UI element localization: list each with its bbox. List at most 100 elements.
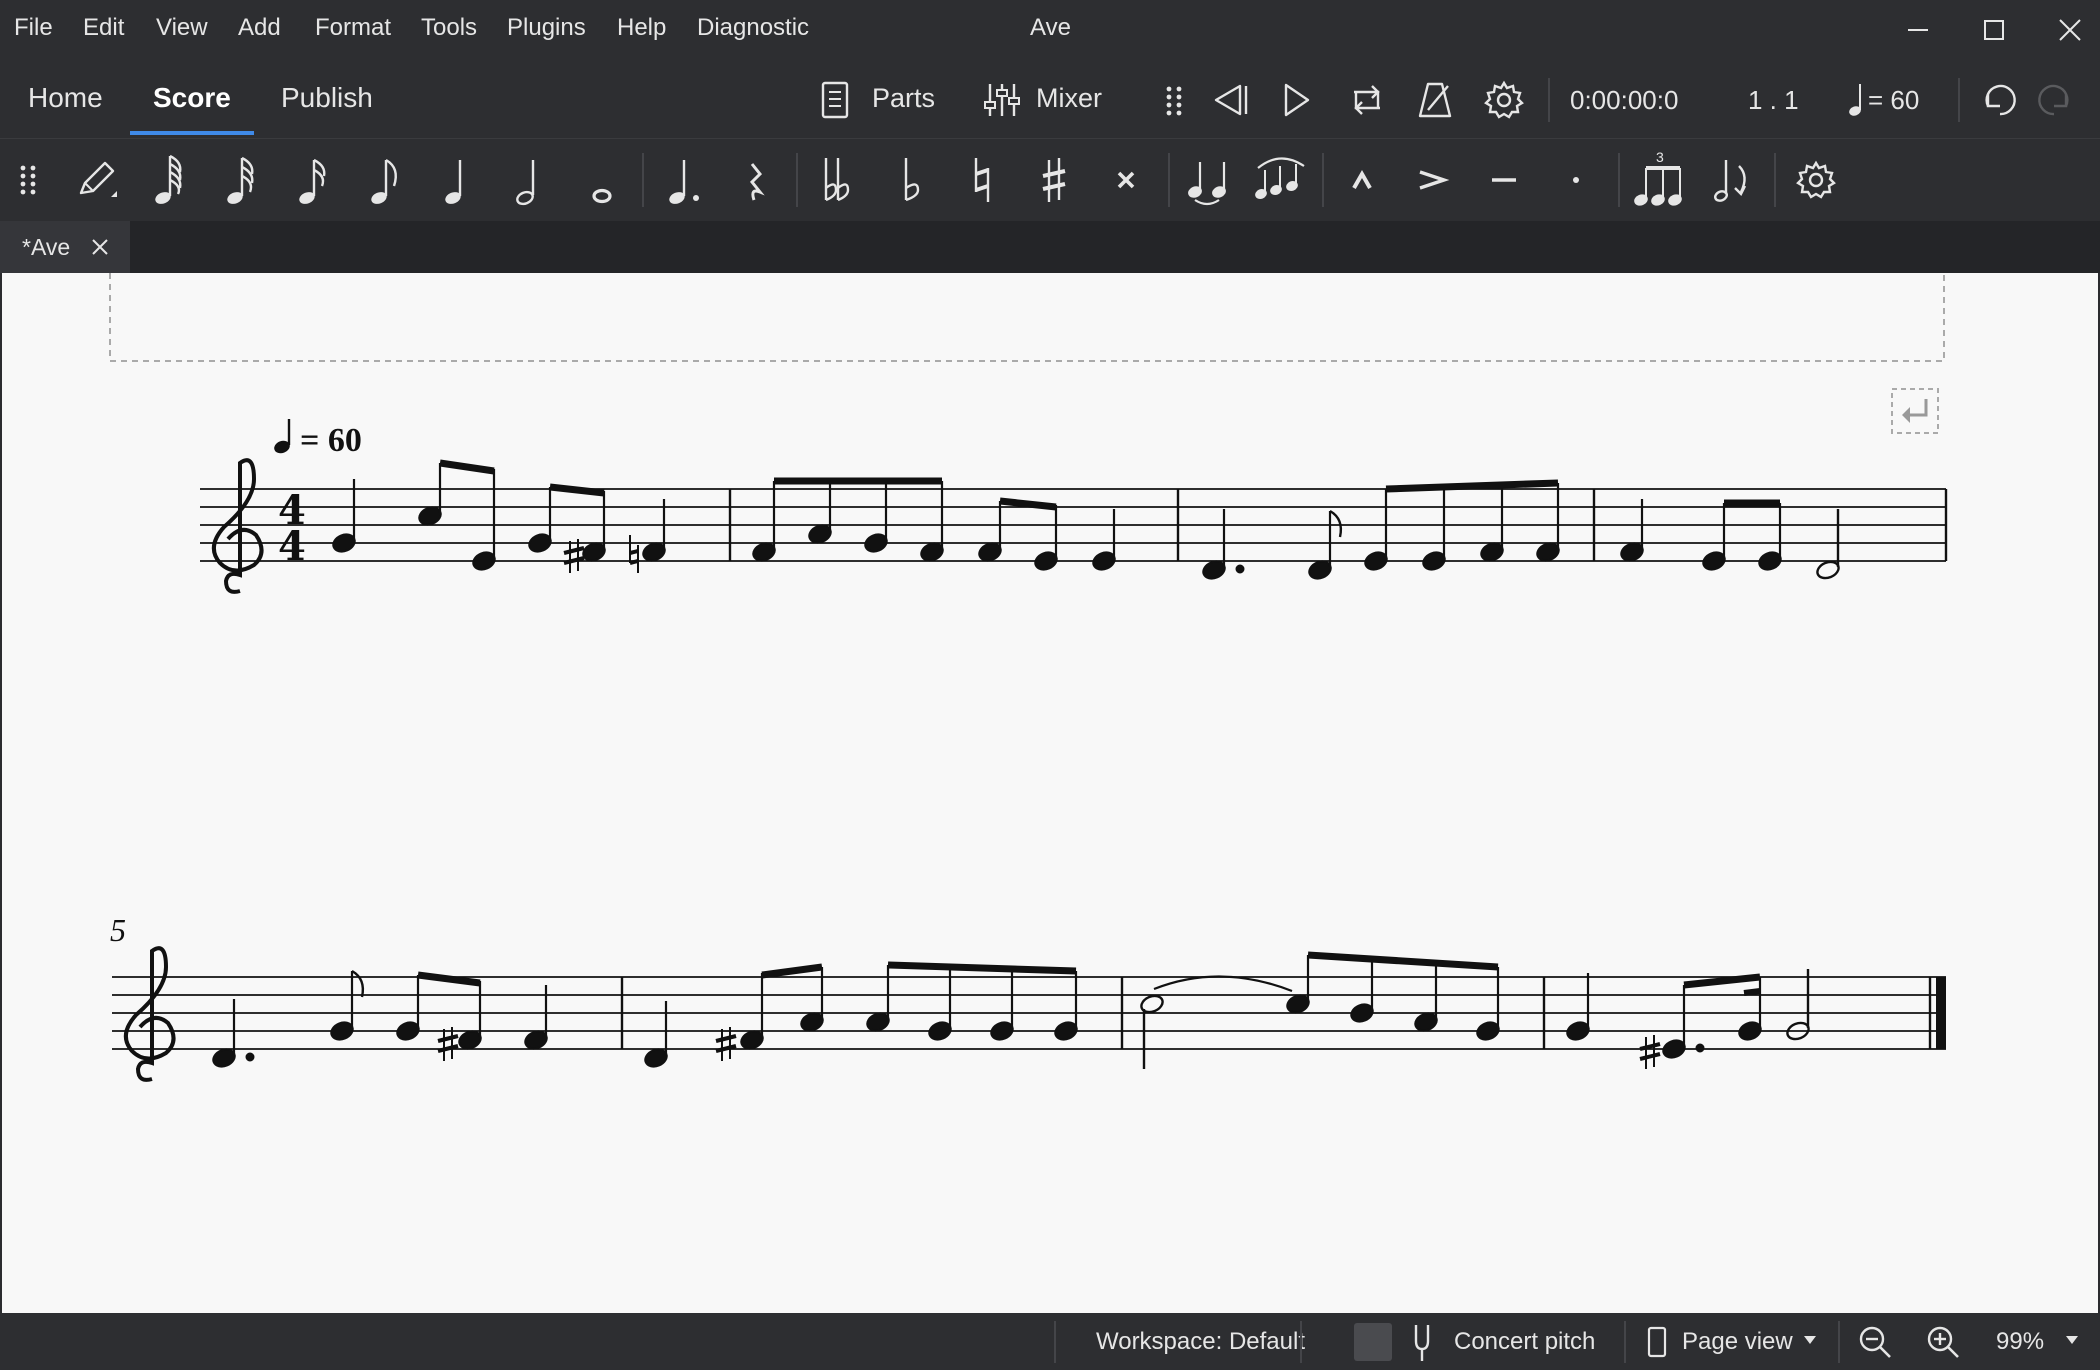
- augmentation-dot-button[interactable]: [654, 139, 714, 221]
- rewind-icon[interactable]: [1208, 80, 1252, 120]
- marcato-button[interactable]: [1332, 139, 1392, 221]
- mixer-button[interactable]: Mixer: [1036, 83, 1102, 114]
- tenuto-button[interactable]: [1474, 139, 1534, 221]
- menu-plugins[interactable]: Plugins: [507, 14, 586, 42]
- menu-help[interactable]: Help: [617, 14, 666, 42]
- notebar-drag-handle[interactable]: [0, 139, 56, 221]
- measure-number[interactable]: 5: [110, 912, 126, 948]
- toolbar-separator: [642, 153, 644, 207]
- sixty-fourth-note-icon: [155, 154, 182, 204]
- close-tab-icon[interactable]: [88, 235, 112, 259]
- flip-direction-icon: [1713, 160, 1747, 202]
- notes-system-1[interactable]: [331, 459, 1783, 582]
- flat-icon: [904, 158, 920, 202]
- triplet-icon: 3: [1634, 150, 1682, 206]
- play-icon[interactable]: [1276, 80, 1316, 120]
- drag-handle-icon[interactable]: [1164, 84, 1184, 118]
- zoom-level[interactable]: 99%: [1996, 1328, 2044, 1356]
- double-flat-button[interactable]: [808, 139, 868, 221]
- flip-direction-button[interactable]: [1704, 139, 1764, 221]
- menu-diagnostic[interactable]: Diagnostic: [697, 14, 809, 42]
- mixer-icon[interactable]: [982, 80, 1022, 120]
- sharp-button[interactable]: [1024, 139, 1084, 221]
- menu-view[interactable]: View: [156, 14, 208, 42]
- toolbar-separator: [1958, 78, 1960, 122]
- tuplet-button[interactable]: 3: [1630, 139, 1690, 221]
- pencil-icon: [79, 161, 117, 197]
- duration-64th-button[interactable]: [140, 139, 200, 221]
- zoom-in-icon[interactable]: [1924, 1323, 1964, 1363]
- zoom-out-icon[interactable]: [1856, 1323, 1896, 1363]
- redo-icon[interactable]: [2034, 80, 2078, 120]
- loop-icon[interactable]: [1346, 78, 1388, 122]
- duration-half-button[interactable]: [500, 139, 560, 221]
- document-tab-strip: *Ave: [0, 221, 2100, 273]
- half-note-icon: [516, 160, 535, 206]
- status-separator: [1838, 1321, 1840, 1363]
- status-bar: Workspace: Default Concert pitch Page vi…: [0, 1313, 2100, 1370]
- slur-button[interactable]: [1250, 139, 1310, 221]
- treble-clef[interactable]: [212, 458, 264, 594]
- flat-button[interactable]: [880, 139, 940, 221]
- time-display: 0:00:00:0: [1570, 85, 1679, 115]
- parts-icon[interactable]: [820, 80, 850, 120]
- minimize-button[interactable]: [1896, 10, 1940, 50]
- page-view-icon: [1647, 1326, 1667, 1358]
- status-separator: [1054, 1321, 1056, 1363]
- concert-pitch-toggle[interactable]: Concert pitch: [1454, 1328, 1595, 1356]
- tempo-text[interactable]: = 60: [272, 419, 362, 459]
- document-tab[interactable]: *Ave: [0, 221, 130, 273]
- tab-score[interactable]: Score: [153, 82, 231, 114]
- note-input-settings-button[interactable]: [1786, 139, 1846, 221]
- menu-tools[interactable]: Tools: [421, 14, 477, 42]
- metronome-icon[interactable]: [1414, 78, 1456, 122]
- svg-text:3: 3: [1656, 150, 1664, 165]
- tie-button[interactable]: [1178, 139, 1238, 221]
- menu-file[interactable]: File: [14, 14, 53, 42]
- tab-home[interactable]: Home: [28, 82, 103, 114]
- natural-button[interactable]: [952, 139, 1012, 221]
- maximize-icon: [1984, 20, 2004, 40]
- parts-button[interactable]: Parts: [872, 83, 935, 114]
- note-input-mode-button[interactable]: [66, 139, 126, 221]
- vertical-frame[interactable]: [109, 273, 1945, 362]
- position-display: 1 . 1: [1748, 85, 1799, 115]
- workspace-selector[interactable]: Workspace: Default: [1096, 1328, 1305, 1356]
- score-canvas[interactable]: = 60 4 4 5: [2, 273, 2098, 1313]
- document-tab-label: *Ave: [22, 234, 71, 260]
- quarter-note-icon: [1849, 84, 1861, 116]
- main-toolbar: Home Score Publish Parts Mixer 0:00:00:0…: [0, 62, 2100, 138]
- thirty-second-note-icon: [227, 156, 254, 204]
- time-signature[interactable]: 4 4: [278, 487, 306, 570]
- playback-settings-icon[interactable]: [1482, 78, 1526, 122]
- menu-format[interactable]: Format: [315, 14, 391, 42]
- duration-whole-button[interactable]: [572, 139, 632, 221]
- tie[interactable]: [1153, 975, 1293, 993]
- maximize-button[interactable]: [1972, 10, 2016, 50]
- tab-publish[interactable]: Publish: [281, 82, 373, 114]
- undo-icon[interactable]: [1976, 80, 2020, 120]
- duration-quarter-button[interactable]: [428, 139, 488, 221]
- drag-handle-icon: [20, 165, 36, 195]
- view-mode-selector[interactable]: Page view: [1682, 1328, 1793, 1356]
- duration-16th-button[interactable]: [284, 139, 344, 221]
- menu-edit[interactable]: Edit: [83, 14, 124, 42]
- treble-clef[interactable]: [124, 946, 176, 1082]
- tempo-display: = 60: [1868, 85, 1920, 115]
- close-window-button[interactable]: [2048, 10, 2092, 50]
- menu-add[interactable]: Add: [238, 14, 281, 42]
- staccato-button[interactable]: [1546, 139, 1606, 221]
- duration-32nd-button[interactable]: [212, 139, 272, 221]
- toolbar-separator: [1774, 153, 1776, 207]
- toolbar-separator: [1548, 78, 1550, 122]
- double-sharp-button[interactable]: [1096, 139, 1156, 221]
- tuning-fork-icon: [1414, 1325, 1430, 1361]
- system-break-icon[interactable]: [1891, 388, 1939, 434]
- half-note[interactable]: [1815, 509, 1841, 581]
- rest-button[interactable]: [726, 139, 786, 221]
- chevron-down-icon[interactable]: [2064, 1333, 2080, 1347]
- chevron-down-icon[interactable]: [1802, 1333, 1818, 1347]
- concert-pitch-checkbox[interactable]: [1354, 1323, 1392, 1361]
- accent-button[interactable]: [1402, 139, 1462, 221]
- duration-eighth-button[interactable]: [356, 139, 416, 221]
